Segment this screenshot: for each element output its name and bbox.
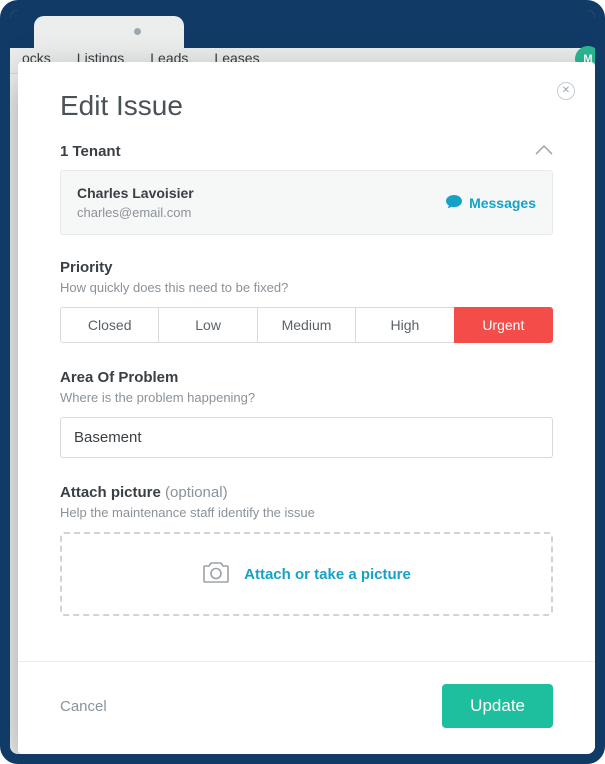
area-subtitle: Where is the problem happening?	[60, 390, 553, 405]
chevron-up-icon	[535, 142, 553, 160]
attach-cta-label: Attach or take a picture	[244, 566, 411, 583]
tab-indicator-dot	[134, 28, 141, 35]
edit-issue-modal: ✕ Edit Issue 1 Tenant Charles Lavoisier …	[18, 62, 595, 754]
tab-bar	[10, 10, 595, 48]
tenant-card: Charles Lavoisier charles@email.com Mess…	[60, 170, 553, 235]
attach-picture-dropzone[interactable]: Attach or take a picture	[60, 532, 553, 616]
tenant-count-label: 1 Tenant	[60, 143, 121, 160]
priority-button-group: Closed Low Medium High Urgent	[60, 307, 553, 343]
priority-option-closed[interactable]: Closed	[60, 307, 159, 343]
attach-optional-text: (optional)	[165, 484, 228, 501]
modal-title: Edit Issue	[60, 90, 553, 122]
tenant-section-toggle[interactable]: 1 Tenant	[60, 142, 553, 160]
area-title: Area Of Problem	[60, 369, 553, 386]
browser-tab[interactable]	[34, 16, 184, 48]
tenant-name: Charles Lavoisier	[77, 185, 194, 201]
messages-link[interactable]: Messages	[446, 194, 536, 212]
priority-option-medium[interactable]: Medium	[257, 307, 356, 343]
modal-body: Edit Issue 1 Tenant Charles Lavoisier ch…	[18, 62, 595, 661]
priority-option-urgent[interactable]: Urgent	[454, 307, 553, 343]
priority-subtitle: How quickly does this need to be fixed?	[60, 280, 553, 295]
attach-title: Attach picture (optional)	[60, 484, 553, 501]
camera-icon	[202, 560, 230, 588]
browser-frame: ocks Listings Leads Leases M ✕ Edit Issu…	[0, 0, 605, 764]
priority-title: Priority	[60, 259, 553, 276]
update-button[interactable]: Update	[442, 684, 553, 728]
cancel-button[interactable]: Cancel	[60, 698, 107, 715]
tenant-email: charles@email.com	[77, 205, 194, 220]
priority-option-high[interactable]: High	[355, 307, 454, 343]
area-input[interactable]	[60, 417, 553, 458]
modal-footer: Cancel Update	[18, 661, 595, 754]
close-icon[interactable]: ✕	[557, 82, 575, 100]
messages-label: Messages	[469, 195, 536, 211]
attach-title-text: Attach picture	[60, 484, 161, 501]
chat-icon	[446, 194, 462, 212]
attach-subtitle: Help the maintenance staff identify the …	[60, 505, 553, 520]
priority-option-low[interactable]: Low	[158, 307, 257, 343]
